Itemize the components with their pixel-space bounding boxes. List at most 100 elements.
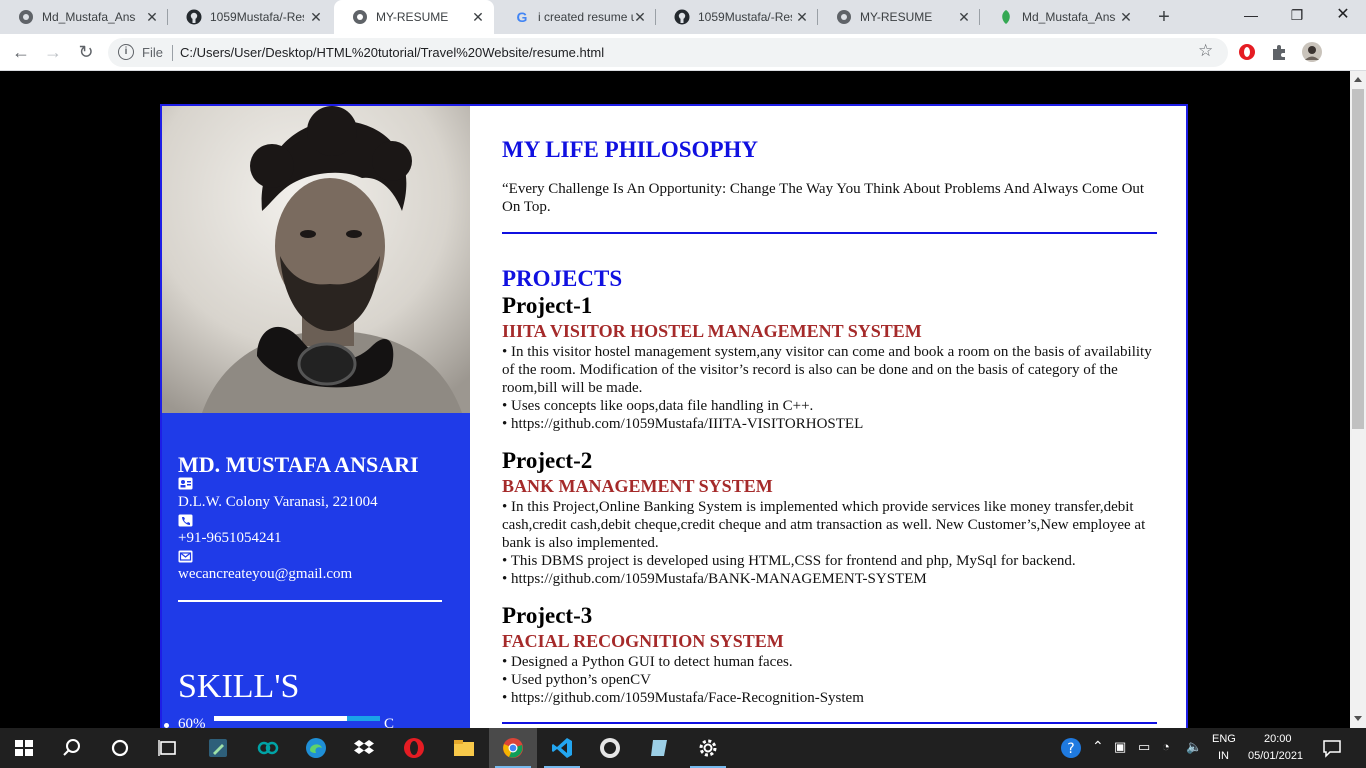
tab-2[interactable]: 1059Mustafa/-Resume ✕	[168, 0, 332, 34]
bookmark-star-icon[interactable]: ☆	[1198, 41, 1213, 61]
contact-card-icon	[178, 477, 193, 490]
app-icon-pen[interactable]	[206, 736, 230, 760]
tab-7[interactable]: Md_Mustafa_Ansari ✕	[980, 0, 1142, 34]
volume-muted-icon[interactable]: 🔈	[1186, 739, 1202, 755]
google-icon: G	[516, 9, 528, 25]
close-tab-icon[interactable]: ✕	[956, 9, 972, 25]
clock-date[interactable]: 05/01/2021	[1248, 750, 1303, 762]
file-explorer-icon[interactable]	[452, 736, 476, 760]
chrome-icon[interactable]	[501, 736, 525, 760]
github-icon	[186, 9, 202, 25]
project-bullet: • This DBMS project is developed using H…	[502, 553, 1076, 569]
tab-1[interactable]: Md_Mustafa_Ansari ✕	[0, 0, 168, 34]
minimize-button[interactable]: —	[1228, 0, 1274, 30]
new-tab-button[interactable]: +	[1152, 6, 1176, 28]
section-divider	[502, 722, 1157, 724]
close-tab-icon[interactable]: ✕	[470, 9, 486, 25]
project-1-label: Project-1	[502, 293, 593, 318]
help-icon[interactable]: ?	[1060, 737, 1082, 759]
address-url[interactable]: C:/Users/User/Desktop/HTML%20tutorial/Tr…	[180, 45, 604, 60]
tab-title: Md_Mustafa_Ansari	[1022, 10, 1116, 24]
tab-title: MY-RESUME	[860, 10, 933, 24]
project-link[interactable]: • https://github.com/1059Mustafa/BANK-MA…	[502, 570, 1152, 588]
opera-extension-icon[interactable]	[1238, 43, 1256, 61]
vscode-icon[interactable]	[550, 736, 574, 760]
device-icon[interactable]: ▣	[1114, 739, 1126, 755]
github-icon	[674, 9, 690, 25]
address-bar[interactable]: i File C:/Users/User/Desktop/HTML%20tuto…	[108, 38, 1228, 67]
globe-icon	[836, 9, 852, 25]
project-2-title: BANK MANAGEMENT SYSTEM	[502, 476, 773, 496]
tab-title: 1059Mustafa/-Resume	[210, 10, 304, 24]
skills-heading: SKILL'S	[178, 668, 300, 705]
restore-button[interactable]: ❐	[1274, 0, 1320, 30]
info-icon[interactable]: i	[118, 44, 134, 60]
search-icon[interactable]	[60, 736, 84, 760]
phone-text: +91-9651054241	[178, 530, 282, 546]
input-region[interactable]: IN	[1218, 750, 1229, 762]
scroll-down-arrow-icon[interactable]	[1354, 716, 1362, 721]
skill-progress-bar	[214, 716, 380, 721]
project-bullet: • In this Project,Online Banking System …	[502, 499, 1146, 551]
chevron-up-icon[interactable]: ⌃	[1092, 738, 1104, 755]
browser-tab-strip: Md_Mustafa_Ansari ✕ 1059Mustafa/-Resume …	[0, 0, 1366, 34]
project-1-bullets: • In this visitor hostel management syst…	[502, 343, 1152, 433]
opera-icon[interactable]	[402, 736, 426, 760]
project-1-title: IIITA VISITOR HOSTEL MANAGEMENT SYSTEM	[502, 321, 922, 341]
browser-toolbar: ← → ↻ i File C:/Users/User/Desktop/HTML%…	[0, 34, 1366, 71]
sidebar-divider	[178, 600, 442, 602]
close-window-button[interactable]: ✕	[1320, 0, 1366, 30]
project-3-title: FACIAL RECOGNITION SYSTEM	[502, 631, 784, 651]
settings-gear-icon[interactable]	[696, 736, 720, 760]
vertical-scrollbar[interactable]	[1350, 71, 1366, 728]
project-link[interactable]: • https://github.com/1059Mustafa/Face-Re…	[502, 689, 1152, 707]
phone-icon	[178, 514, 193, 527]
close-tab-icon[interactable]: ✕	[1118, 9, 1134, 25]
app-icon-glass[interactable]	[648, 736, 672, 760]
extensions-puzzle-icon[interactable]	[1270, 43, 1288, 61]
dropbox-icon[interactable]	[352, 736, 376, 760]
project-bullet: • Uses concepts like oops,data file hand…	[502, 398, 814, 414]
notification-icon[interactable]	[1322, 738, 1342, 758]
project-bullet: • In this visitor hostel management syst…	[502, 344, 1152, 396]
resume-card: MD. MUSTAFA ANSARI D.L.W. Colony Varanas…	[160, 104, 1188, 728]
close-tab-icon[interactable]: ✕	[144, 9, 160, 25]
resume-sidebar: MD. MUSTAFA ANSARI D.L.W. Colony Varanas…	[162, 106, 470, 728]
obs-icon[interactable]	[598, 736, 622, 760]
address-separator	[172, 45, 173, 61]
skill-percent: 60%	[178, 716, 206, 728]
profile-photo	[162, 106, 470, 413]
tab-6[interactable]: MY-RESUME ✕	[818, 0, 980, 34]
close-tab-icon[interactable]: ✕	[308, 9, 324, 25]
leaf-icon	[998, 9, 1014, 25]
task-view-icon[interactable]	[156, 736, 180, 760]
battery-icon[interactable]: ▭	[1138, 739, 1150, 755]
full-name: MD. MUSTAFA ANSARI	[178, 452, 419, 477]
page-viewport: MD. MUSTAFA ANSARI D.L.W. Colony Varanas…	[0, 71, 1350, 728]
project-2-bullets: • In this Project,Online Banking System …	[502, 498, 1152, 588]
email-text[interactable]: wecancreateyou@gmail.com	[178, 566, 352, 583]
windows-start-icon[interactable]	[12, 736, 36, 760]
forward-button[interactable]: →	[41, 40, 65, 64]
skill-item: 60% C	[162, 716, 470, 728]
tab-title: 1059Mustafa/-Resume	[698, 10, 792, 24]
scroll-up-arrow-icon[interactable]	[1354, 77, 1362, 82]
windows-taskbar: ? ⌃ ▣ ▭ ◔ 🔈 ENG IN 20:00 05/01/2021	[0, 728, 1366, 768]
cortana-icon[interactable]	[108, 736, 132, 760]
tab-5[interactable]: 1059Mustafa/-Resume ✕	[656, 0, 818, 34]
project-link[interactable]: • https://github.com/1059Mustafa/IIITA-V…	[502, 415, 1152, 433]
edge-icon[interactable]	[304, 736, 328, 760]
arduino-icon[interactable]	[256, 736, 280, 760]
clock-time[interactable]: 20:00	[1264, 733, 1292, 745]
project-2-label: Project-2	[502, 448, 593, 473]
scrollbar-thumb[interactable]	[1352, 89, 1364, 429]
back-button[interactable]: ←	[9, 40, 33, 64]
close-tab-icon[interactable]: ✕	[794, 9, 810, 25]
tab-4[interactable]: G i created resume using ✕	[496, 0, 656, 34]
input-language[interactable]: ENG	[1212, 733, 1236, 745]
close-tab-icon[interactable]: ✕	[632, 9, 648, 25]
profile-avatar[interactable]	[1302, 42, 1322, 62]
tab-3-active[interactable]: MY-RESUME ✕	[334, 0, 494, 34]
reload-button[interactable]: ↻	[74, 40, 98, 64]
wifi-icon[interactable]: ◔	[1162, 739, 1170, 754]
